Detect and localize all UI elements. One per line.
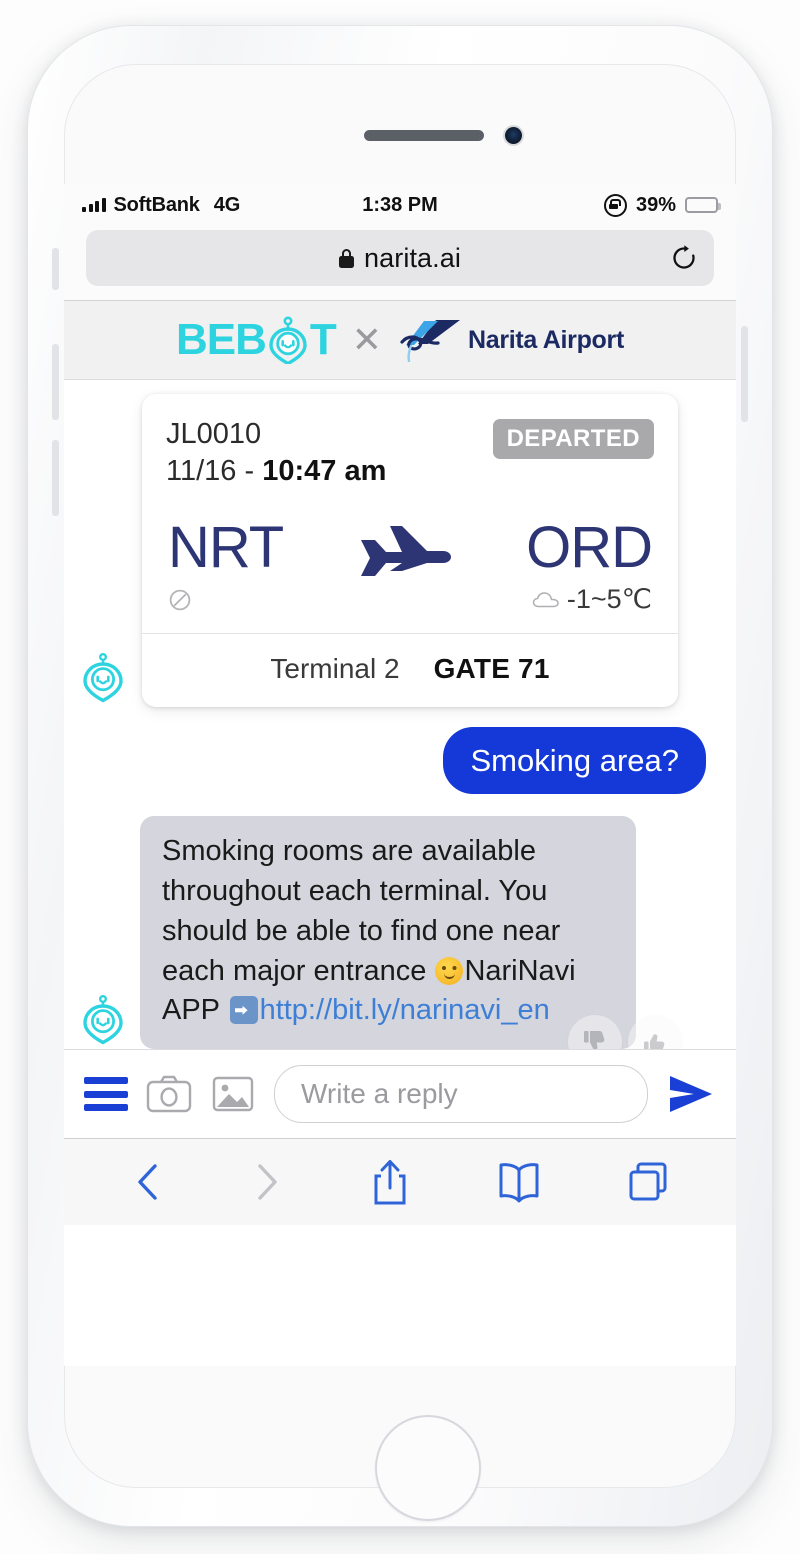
signal-bars-icon xyxy=(82,198,106,212)
battery-icon xyxy=(685,197,721,213)
chevron-left-icon[interactable] xyxy=(131,1160,165,1204)
safari-bottom-toolbar xyxy=(64,1138,736,1225)
bebot-logo-text-2: T xyxy=(309,315,337,364)
user-message-bubble[interactable]: Smoking area? xyxy=(443,727,706,795)
bebot-avatar-icon xyxy=(83,653,123,703)
reload-icon[interactable] xyxy=(670,244,698,272)
flight-weather-row: -1~5℃ xyxy=(142,578,678,633)
app-header: BEB T ✕ Narita Airport xyxy=(64,301,736,380)
battery-percent-label: 39% xyxy=(635,193,676,216)
flight-date: 11/16 xyxy=(166,455,237,488)
photo-library-icon[interactable] xyxy=(210,1074,256,1114)
send-arrow-icon[interactable] xyxy=(666,1072,716,1116)
lock-icon xyxy=(339,248,355,268)
reply-input[interactable]: Write a reply xyxy=(274,1065,648,1123)
narinavi-link[interactable]: http://bit.ly/narinavi_en xyxy=(260,994,550,1026)
bebot-robot-icon xyxy=(269,316,307,364)
message-composer: Write a reply xyxy=(64,1049,736,1138)
chat-conversation: JL0010 11/16 - 10:47 am DEPARTED NRT ORD… xyxy=(64,380,736,1138)
tabs-icon[interactable] xyxy=(627,1160,669,1204)
bot-message-row: Smoking rooms are available throughout e… xyxy=(64,794,736,1069)
flight-route-row: NRT ORD xyxy=(142,500,678,578)
url-bar[interactable]: narita.ai xyxy=(86,230,714,286)
destination-temperature: -1~5℃ xyxy=(566,584,652,615)
volume-up-button[interactable] xyxy=(52,344,59,420)
home-button[interactable] xyxy=(375,1415,481,1521)
volume-down-button[interactable] xyxy=(52,440,59,516)
logo-separator-x: ✕ xyxy=(351,319,382,360)
status-bar: SoftBank 4G 1:38 PM 39% xyxy=(64,184,736,226)
right-arrow-emoji xyxy=(229,996,258,1025)
destination-weather: -1~5℃ xyxy=(532,584,652,615)
phone-screen: SoftBank 4G 1:38 PM 39% narita.ai BEB T … xyxy=(64,184,736,1366)
earpiece-speaker xyxy=(364,130,484,141)
no-data-icon xyxy=(169,589,191,611)
flight-time: 10:47 am xyxy=(262,455,387,488)
camera-icon[interactable] xyxy=(146,1074,192,1114)
user-message-row: Smoking area? xyxy=(64,707,736,795)
network-type-label: 4G xyxy=(213,193,241,216)
rotation-lock-icon xyxy=(603,193,627,217)
browser-url-bar-container: narita.ai xyxy=(64,226,736,300)
url-text: narita.ai xyxy=(364,242,461,273)
slightly-smiling-face-emoji xyxy=(435,956,464,985)
flight-terminal-gate-row: Terminal 2 GATE 71 xyxy=(142,634,678,707)
destination-airport-code: ORD xyxy=(526,515,653,581)
status-badge: DEPARTED xyxy=(492,419,654,459)
share-icon[interactable] xyxy=(370,1158,410,1206)
bebot-logo: BEB T xyxy=(176,315,337,365)
terminal-label: Terminal 2 xyxy=(270,653,400,685)
book-icon[interactable] xyxy=(496,1160,542,1204)
origin-airport-code: NRT xyxy=(168,515,284,581)
silent-switch-button[interactable] xyxy=(52,248,59,290)
power-button[interactable] xyxy=(741,326,748,422)
narita-airport-logo: Narita Airport xyxy=(398,318,624,362)
flight-card-header: JL0010 11/16 - 10:47 am DEPARTED xyxy=(142,394,678,500)
flight-info-card[interactable]: JL0010 11/16 - 10:47 am DEPARTED NRT ORD… xyxy=(142,394,678,708)
bebot-avatar-icon xyxy=(83,995,123,1045)
gate-label: GATE 71 xyxy=(433,653,550,685)
flight-datetime: 11/16 - 10:47 am xyxy=(166,453,386,490)
flight-number: JL0010 xyxy=(166,418,262,450)
narita-airport-label: Narita Airport xyxy=(467,325,624,354)
reply-placeholder: Write a reply xyxy=(301,1078,458,1109)
carrier-label: SoftBank xyxy=(113,193,200,216)
hamburger-menu-icon[interactable] xyxy=(84,1077,128,1111)
bebot-logo-text-1: BEB xyxy=(176,315,267,364)
cloud-icon xyxy=(532,592,559,608)
bot-message-bubble: Smoking rooms are available throughout e… xyxy=(140,816,636,1049)
bot-flight-card-row: JL0010 11/16 - 10:47 am DEPARTED NRT ORD… xyxy=(64,380,736,708)
front-camera xyxy=(505,127,522,144)
flight-date-separator: - xyxy=(244,455,255,488)
airplane-icon xyxy=(360,526,451,577)
chevron-right-icon xyxy=(258,1164,278,1200)
narita-airport-mark-icon xyxy=(400,320,460,362)
